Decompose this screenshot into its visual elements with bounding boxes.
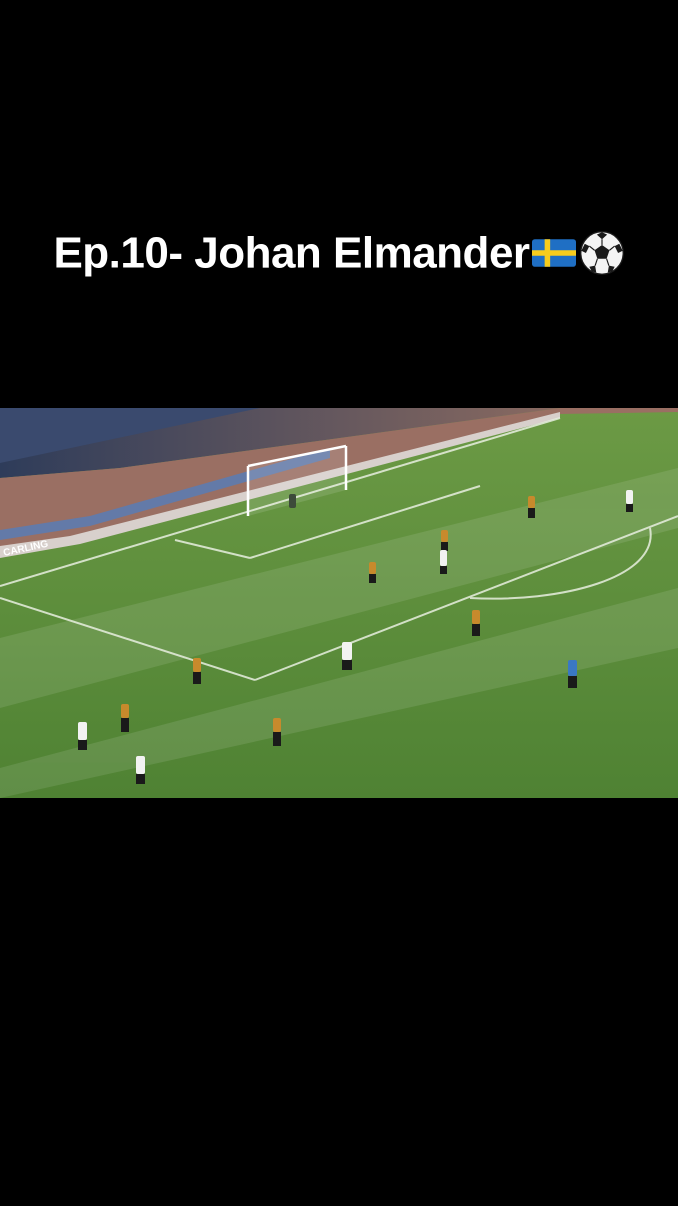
video-frame[interactable]: CARLING [0, 408, 678, 798]
caption-text: Ep.10- Johan Elmander [53, 228, 530, 278]
sweden-flag-icon [531, 239, 576, 268]
soccer-ball-icon [579, 231, 624, 276]
football-pitch-scene: CARLING [0, 408, 678, 798]
video-caption: Ep.10- Johan Elmander [0, 226, 678, 278]
